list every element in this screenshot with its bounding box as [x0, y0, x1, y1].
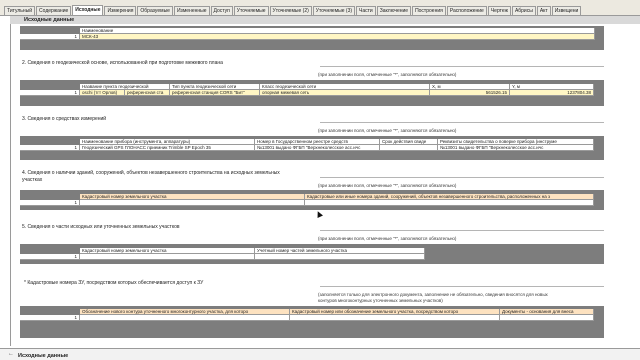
row-number: 1 — [20, 254, 80, 260]
y-field[interactable]: 1237804.38 — [510, 90, 594, 96]
tab-5[interactable]: Измененные — [173, 6, 210, 15]
block4-row[interactable]: 1 — [20, 200, 594, 206]
tab-0[interactable]: Титульный — [4, 6, 36, 15]
row-number: 1 — [20, 90, 80, 96]
tab-13[interactable]: Расположение — [446, 6, 487, 15]
tab-9[interactable]: Уточняемые (3) — [312, 6, 356, 15]
point-type-field[interactable]: референсная станция CORS "Бит" — [170, 90, 260, 96]
section-header: Исходные данные — [10, 16, 640, 24]
block5-row[interactable]: 1 — [20, 254, 425, 260]
block3-note: (при заполнении поля, отмеченные "*", за… — [318, 128, 457, 133]
tab-1[interactable]: Содержание — [36, 6, 72, 15]
cert-details-field[interactable]: №13001 выдано ФГБП "Верхнеколесское асс.… — [438, 145, 594, 151]
block6-note-2: контуров многоконтурных уточненных земел… — [318, 298, 443, 303]
tab-12[interactable]: Построения — [412, 6, 446, 15]
tab-4[interactable]: Образуемые — [137, 6, 173, 15]
block3-row[interactable]: 1 Геодезический GPS ГЛОНАСС приемник Tri… — [20, 145, 594, 151]
mouse-cursor-icon — [315, 210, 323, 218]
cert-term-field[interactable] — [380, 145, 438, 151]
network-class-field[interactable]: опорная межевая сеть — [260, 90, 430, 96]
block4-title-2: участках — [22, 177, 43, 183]
block2-title: 2. Сведения о геодезической основе, испо… — [22, 60, 223, 66]
cadastral-number-field[interactable] — [80, 200, 305, 206]
point-name-field[interactable]: oschi (тгт Орлов) — [80, 90, 125, 96]
tab-15[interactable]: Абрисы — [511, 6, 536, 15]
block6-note-1: (заполняется только для электронного док… — [318, 292, 548, 297]
block6-title: * Кадастровые номера ЗУ, посредством кот… — [24, 280, 204, 286]
registry-number-field[interactable]: №13001 выдано ФГБП "Верхнеколесское асс.… — [255, 145, 380, 151]
block2-note: (при заполнении поля, отмеченные "*", за… — [318, 72, 457, 77]
bottom-section-bar[interactable]: ← Исходные данные — [0, 348, 640, 360]
point-name-field-2[interactable]: референсная ста — [125, 90, 170, 96]
divider — [320, 122, 604, 123]
tab-14[interactable]: Чертеж — [487, 6, 511, 15]
contour-designation-field[interactable] — [80, 315, 290, 321]
tab-8[interactable]: Уточняемые (2) — [269, 6, 312, 15]
part-numbers-field[interactable] — [255, 254, 425, 260]
tab-2[interactable]: Исходные — [72, 5, 104, 15]
block4-title: 4. Сведения о наличии зданий, сооружений… — [22, 170, 280, 176]
tab-17[interactable]: Извещени — [551, 6, 582, 15]
cs-name-field[interactable]: МСК-43 — [80, 34, 595, 40]
row-number: 1 — [20, 315, 80, 321]
cadastral-number-field[interactable] — [80, 254, 255, 260]
tab-3[interactable]: Измерения — [104, 6, 137, 15]
block2-row[interactable]: 1 oschi (тгт Орлов) референсная ста рефе… — [20, 90, 594, 96]
x-field[interactable]: 561526.15 — [430, 90, 510, 96]
divider — [320, 286, 604, 287]
tab-strip: Титульный Содержание Исходные Измерения Обра… — [0, 0, 640, 16]
arrow-left-icon[interactable]: ← — [8, 351, 14, 357]
tabs: Титульный Содержание Исходные Измерения Обра… — [4, 5, 582, 16]
block5-title: 5. Сведения о части исходных или уточнен… — [22, 224, 180, 230]
divider — [320, 230, 604, 231]
building-numbers-field[interactable] — [305, 200, 594, 206]
tab-11[interactable]: Заключение — [376, 6, 412, 15]
tab-6[interactable]: Доступ — [210, 6, 233, 15]
block1-row[interactable]: 1 МСК-43 — [20, 34, 595, 40]
tab-10[interactable]: Части — [356, 6, 376, 15]
device-name-field[interactable]: Геодезический GPS ГЛОНАСС приемник Trimb… — [80, 145, 255, 151]
tab-7[interactable]: Уточняемые — [233, 6, 269, 15]
divider — [320, 177, 604, 178]
row-number: 1 — [20, 200, 80, 206]
tab-16[interactable]: Акт — [536, 6, 551, 15]
access-parcel-field[interactable] — [290, 315, 500, 321]
divider — [320, 66, 604, 67]
bottom-section-label: Исходные данные — [18, 353, 69, 359]
left-rule — [10, 24, 11, 346]
row-number: 1 — [20, 145, 80, 151]
block4-note: (при заполнении поля, отмеченные "*", за… — [318, 183, 457, 188]
block3-title: 3. Сведения о средствах измерений — [22, 116, 107, 122]
block6-row[interactable]: 1 — [20, 315, 594, 321]
row-number: 1 — [20, 34, 80, 40]
documents-field[interactable] — [500, 315, 594, 321]
block5-note: (при заполнении поля, отмеченные "*", за… — [318, 236, 457, 241]
